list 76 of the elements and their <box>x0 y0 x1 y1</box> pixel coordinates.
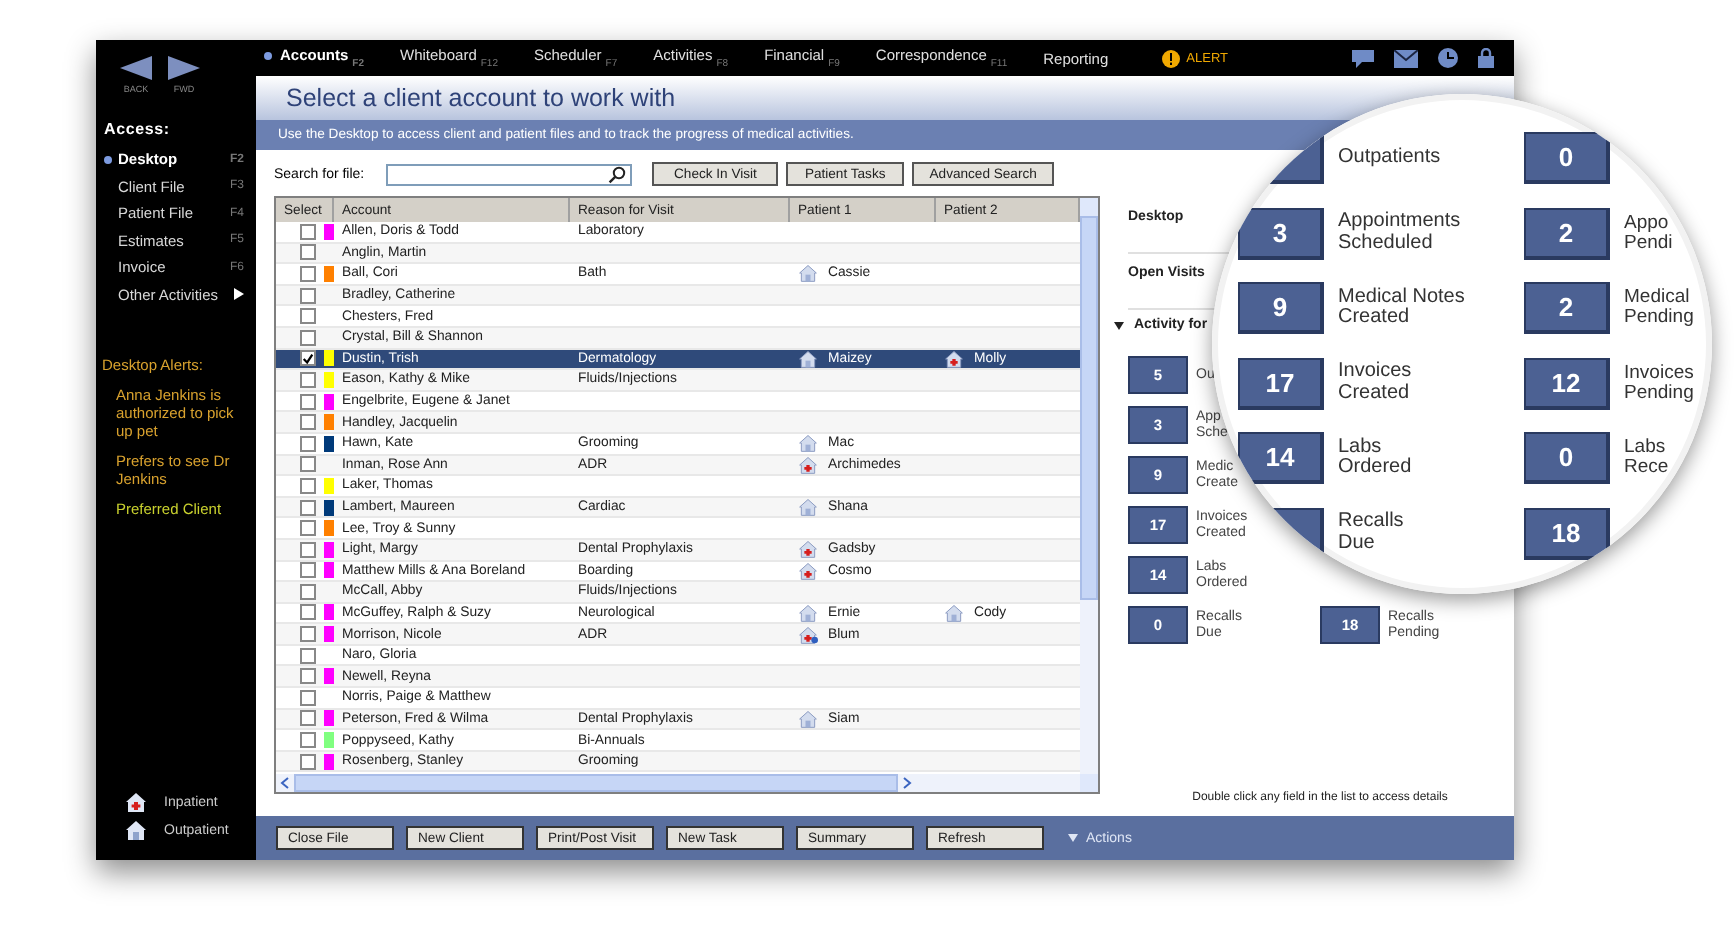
lock-icon[interactable] <box>1478 48 1494 68</box>
row-checkbox[interactable] <box>300 371 316 388</box>
row-checkbox[interactable] <box>300 689 316 706</box>
scroll-right-icon[interactable] <box>898 776 916 790</box>
row-checkbox[interactable] <box>300 477 316 494</box>
tile-label: Medical Pending <box>1624 288 1696 328</box>
tile-label: Invoices Created <box>1338 358 1414 407</box>
row-checkbox[interactable] <box>300 435 316 452</box>
row-checkbox[interactable] <box>300 244 316 261</box>
count-tile: 2 <box>1524 282 1610 334</box>
tile-label: Labs Ordered <box>1338 433 1414 482</box>
house-icon <box>798 603 818 622</box>
row-checkbox[interactable] <box>300 350 316 367</box>
count-tile: 3 <box>1238 207 1324 259</box>
count-tile: 18 <box>1524 507 1610 559</box>
row-checkbox[interactable] <box>300 647 316 664</box>
caret-icon <box>1114 321 1124 329</box>
house-icon <box>124 820 148 840</box>
row-checkbox[interactable] <box>300 520 316 537</box>
medical-house-icon <box>798 455 818 474</box>
section-heading: Access: <box>102 118 172 142</box>
chat-icon[interactable] <box>1352 49 1374 67</box>
row-checkbox[interactable] <box>300 541 316 558</box>
row-checkbox[interactable] <box>300 604 316 621</box>
tile-label: Appo Pendi <box>1624 213 1675 253</box>
row-checkbox[interactable] <box>300 583 316 600</box>
caret-icon <box>1068 834 1078 842</box>
house-icon <box>798 498 818 517</box>
medical-house-icon <box>124 792 148 812</box>
horizontal-scrollbar[interactable] <box>276 774 1080 792</box>
page-title: Select a client account to work with <box>286 84 676 112</box>
count-tile: 17 <box>1238 357 1324 409</box>
warning-icon <box>1162 49 1181 67</box>
count-tile: 9 <box>1238 282 1324 334</box>
count-tile: 2 <box>1524 207 1610 259</box>
house-icon <box>798 709 818 728</box>
row-checkbox[interactable] <box>300 223 316 240</box>
row-checkbox[interactable] <box>300 287 316 304</box>
right-arrow-icon <box>164 56 204 80</box>
clock-icon[interactable] <box>1438 48 1458 68</box>
scroll-left-icon[interactable] <box>276 776 294 790</box>
house-icon <box>798 434 818 453</box>
row-checkbox[interactable] <box>300 308 316 325</box>
count-tile: 0 <box>1524 132 1610 184</box>
row-checkbox[interactable] <box>300 753 316 770</box>
medical-house-icon <box>798 561 818 580</box>
row-checkbox[interactable] <box>300 626 316 643</box>
house-icon <box>798 264 818 283</box>
row-checkbox[interactable] <box>300 668 316 685</box>
row-checkbox[interactable] <box>300 414 316 431</box>
row-checkbox[interactable] <box>300 732 316 749</box>
tile-label: Medical Notes Created <box>1338 283 1467 332</box>
row-checkbox[interactable] <box>300 265 316 282</box>
mail-icon[interactable] <box>1394 49 1418 67</box>
left-arrow-icon <box>116 56 156 80</box>
count-tile: 12 <box>1524 357 1610 409</box>
house-icon <box>944 603 964 622</box>
tile-label: Appointments Scheduled <box>1338 208 1463 257</box>
row-checkbox[interactable] <box>300 710 316 727</box>
house-icon <box>798 349 818 368</box>
row-checkbox[interactable] <box>300 456 316 473</box>
search-icon <box>608 165 626 183</box>
row-checkbox[interactable] <box>300 499 316 516</box>
medical-house-icon <box>798 540 818 559</box>
row-checkbox[interactable] <box>300 393 316 410</box>
medical-house-icon <box>944 349 964 368</box>
count-tile: 0 <box>1524 432 1610 484</box>
row-checkbox[interactable] <box>300 329 316 346</box>
vertical-scrollbar[interactable] <box>1080 198 1098 792</box>
search-field[interactable] <box>386 163 632 185</box>
tile-label: Outpatients <box>1338 143 1443 172</box>
tile-label: Labs Rece <box>1624 438 1671 478</box>
tile-label: Invoices Pending <box>1624 363 1696 403</box>
row-checkbox[interactable] <box>300 562 316 579</box>
tile-label: Recalls Due <box>1338 508 1406 557</box>
count-tile: 14 <box>1238 432 1324 484</box>
